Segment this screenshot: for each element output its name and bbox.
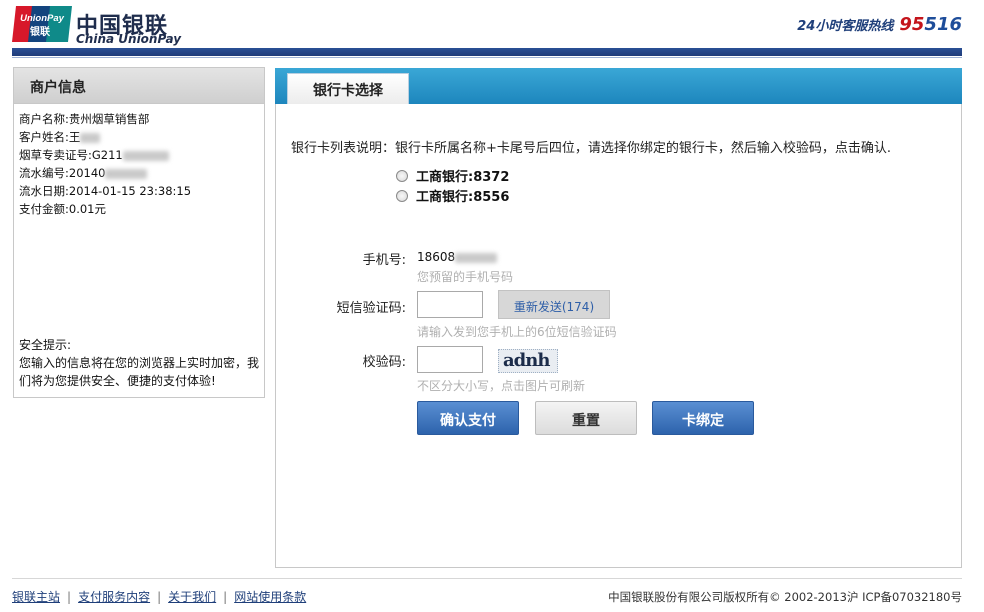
logo-english-text: China UnionPay	[76, 32, 182, 46]
footer-divider	[12, 578, 962, 579]
footer-link-terms[interactable]: 网站使用条款	[234, 590, 306, 604]
row-label: 烟草专卖证号:	[19, 148, 92, 162]
hotline: 24小时客服热线 95516	[797, 14, 962, 35]
verify-code-label: 校验码:	[362, 355, 406, 370]
radio-button[interactable]	[396, 169, 408, 182]
phone-number: 18608	[417, 250, 498, 264]
hotline-label: 24小时客服热线	[797, 19, 894, 34]
unionpay-logo-icon: UnionPay 银联	[12, 6, 72, 42]
row-value: G211	[91, 148, 123, 162]
copyright-text: 中国银联股份有限公司版权所有© 2002-2013沪 ICP备07032180号	[608, 590, 962, 604]
redacted-mask	[105, 168, 148, 179]
sms-code-hint: 请输入发到您手机上的6位短信验证码	[417, 325, 617, 339]
footer-separator: |	[157, 590, 162, 604]
hotline-number: 95516	[899, 14, 962, 35]
serial-date-row: 流水日期:2014-01-15 23:38:15	[19, 182, 264, 200]
verify-code-hint: 不区分大小写，点击图片可刷新	[417, 379, 586, 393]
row-value: 王	[68, 130, 81, 144]
confirm-payment-button[interactable]: 确认支付	[417, 401, 519, 435]
payment-amount-row: 支付金额:0.01元	[19, 200, 264, 218]
footer-links: 银联主站 | 支付服务内容 | 关于我们 | 网站使用条款	[12, 588, 306, 605]
card-selection-panel: 银行卡列表说明：银行卡所属名称+卡尾号后四位，请选择你绑定的银行卡，然后输入校验…	[275, 104, 962, 568]
redacted-mask	[80, 132, 101, 143]
security-tip: 安全提示: 您输入的信息将在您的浏览器上实时加密，我们将为您提供安全、便捷的支付…	[19, 336, 264, 390]
page-header: UnionPay 银联 中国银联 China UnionPay 24小时客服热线…	[0, 0, 984, 58]
header-divider-thin	[12, 57, 962, 58]
bind-card-button[interactable]: 卡绑定	[652, 401, 754, 435]
row-label: 商户名称:	[19, 112, 69, 126]
card-option-label: 工商银行:8556	[416, 190, 510, 205]
hotline-number-prefix: 95	[899, 14, 925, 35]
merchant-name-row: 商户名称:贵州烟草销售部	[19, 110, 264, 128]
redacted-mask	[455, 252, 498, 263]
merchant-info-list: 商户名称:贵州烟草销售部 客户姓名:王 烟草专卖证号:G211 流水编号:201…	[14, 104, 264, 218]
tab-bar: 银行卡选择	[275, 68, 962, 104]
redacted-mask	[122, 150, 169, 161]
phone-number-value: 18608	[417, 250, 456, 264]
card-option-8556[interactable]: 工商银行:8556	[396, 186, 509, 205]
row-value: 0.01元	[68, 202, 106, 216]
phone-label: 手机号:	[362, 253, 406, 268]
row-label: 客户姓名:	[19, 130, 69, 144]
row-label: 支付金额:	[19, 202, 69, 216]
security-tip-title: 安全提示:	[19, 338, 72, 352]
captcha-image[interactable]: adnh	[498, 349, 558, 373]
merchant-info-panel: 商户信息 商户名称:贵州烟草销售部 客户姓名:王 烟草专卖证号:G211 流水编…	[13, 67, 265, 398]
row-label: 流水编号:	[19, 166, 69, 180]
security-tip-text: 您输入的信息将在您的浏览器上实时加密，我们将为您提供安全、便捷的支付体验!	[19, 356, 260, 388]
row-value: 贵州烟草销售部	[68, 112, 150, 126]
footer-link-services[interactable]: 支付服务内容	[78, 590, 150, 604]
card-option-8372[interactable]: 工商银行:8372	[396, 166, 509, 185]
row-value: 20140	[68, 166, 106, 180]
footer-link-about[interactable]: 关于我们	[168, 590, 216, 604]
svg-text:UnionPay: UnionPay	[20, 13, 65, 24]
license-number-row: 烟草专卖证号:G211	[19, 146, 264, 164]
footer-separator: |	[67, 590, 72, 604]
reset-button[interactable]: 重置	[535, 401, 637, 435]
row-label: 流水日期:	[19, 184, 69, 198]
customer-name-row: 客户姓名:王	[19, 128, 264, 146]
merchant-info-title: 商户信息	[14, 68, 264, 104]
footer-separator: |	[223, 590, 228, 604]
unionpay-logo[interactable]: UnionPay 银联 中国银联 China UnionPay	[12, 6, 182, 46]
header-divider	[12, 48, 962, 56]
card-option-label: 工商银行:8372	[416, 170, 510, 185]
svg-text:银联: 银联	[30, 25, 50, 38]
footer-link-home[interactable]: 银联主站	[12, 590, 60, 604]
resend-sms-button[interactable]: 重新发送(174)	[498, 290, 610, 319]
phone-hint: 您预留的手机号码	[417, 270, 514, 284]
row-value: 2014-01-15 23:38:15	[68, 184, 192, 198]
hotline-number-suffix: 516	[924, 14, 962, 35]
sms-code-label: 短信验证码:	[336, 301, 406, 316]
serial-number-row: 流水编号:20140	[19, 164, 264, 182]
sms-code-input[interactable]	[417, 291, 483, 318]
radio-button[interactable]	[396, 189, 408, 202]
verify-code-input[interactable]	[417, 346, 483, 373]
tab-card-selection[interactable]: 银行卡选择	[287, 73, 409, 104]
card-list-note: 银行卡列表说明：银行卡所属名称+卡尾号后四位，请选择你绑定的银行卡，然后输入校验…	[291, 141, 892, 156]
